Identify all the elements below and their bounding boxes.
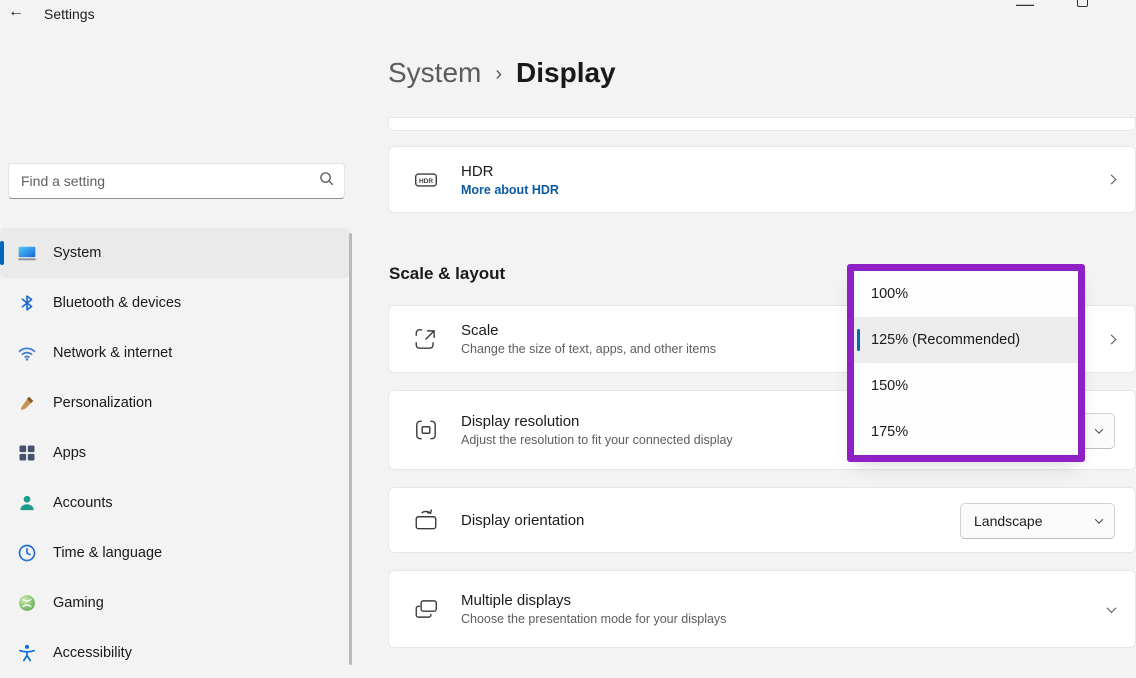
- orientation-value: Landscape: [974, 513, 1043, 529]
- multiple-displays-description: Choose the presentation mode for your di…: [461, 612, 726, 626]
- partial-card-above: [388, 117, 1136, 131]
- option-label: 150%: [871, 378, 908, 394]
- display-orientation-icon: [413, 507, 439, 533]
- scrollbar[interactable]: [349, 233, 352, 665]
- multiple-displays-title: Multiple displays: [461, 592, 726, 609]
- sidebar-item-label: Apps: [53, 445, 86, 461]
- multiple-displays-icon: [413, 596, 439, 622]
- sidebar-item-label: Accessibility: [53, 645, 132, 661]
- chevron-right-icon: [1107, 334, 1117, 344]
- paintbrush-icon: [17, 393, 37, 413]
- sidebar-item-label: Gaming: [53, 595, 104, 611]
- scale-option-150[interactable]: 150%: [854, 363, 1078, 409]
- sidebar-item-network-internet[interactable]: Network & internet: [0, 328, 350, 378]
- breadcrumb: System › Display: [388, 57, 616, 89]
- sidebar-item-personalization[interactable]: Personalization: [0, 378, 350, 428]
- clock-icon: [17, 543, 37, 563]
- sidebar: System Bluetooth & devices Network & int…: [0, 0, 350, 671]
- search-icon: [319, 171, 334, 191]
- sidebar-item-system[interactable]: System: [0, 228, 350, 278]
- accessibility-person-icon: [17, 643, 37, 663]
- sidebar-item-label: Network & internet: [53, 345, 172, 361]
- hdr-icon: HDR: [413, 167, 439, 193]
- chevron-right-icon: [1107, 175, 1117, 185]
- option-label: 175%: [871, 424, 908, 440]
- page-title: Display: [516, 57, 616, 89]
- option-label: 100%: [871, 286, 908, 302]
- minimize-button[interactable]: —: [1016, 0, 1034, 15]
- scale-option-125-recommended[interactable]: 125% (Recommended): [854, 317, 1078, 363]
- svg-text:HDR: HDR: [419, 177, 433, 184]
- scale-option-100[interactable]: 100%: [854, 271, 1078, 317]
- hdr-card[interactable]: HDR HDR More about HDR: [388, 146, 1136, 213]
- sidebar-item-time-language[interactable]: Time & language: [0, 528, 350, 578]
- orientation-dropdown[interactable]: Landscape: [960, 503, 1115, 539]
- sidebar-item-label: Time & language: [53, 545, 162, 561]
- sidebar-item-gaming[interactable]: Gaming: [0, 578, 350, 628]
- maximize-button[interactable]: [1077, 0, 1088, 7]
- sidebar-item-label: Personalization: [53, 395, 152, 411]
- person-icon: [17, 493, 37, 513]
- option-label: 125% (Recommended): [871, 332, 1020, 348]
- section-header-scale-layout: Scale & layout: [389, 264, 505, 284]
- sidebar-item-label: Bluetooth & devices: [53, 295, 181, 311]
- chevron-down-icon: [1095, 515, 1103, 523]
- display-resolution-title: Display resolution: [461, 413, 733, 430]
- more-about-hdr-link[interactable]: More about HDR: [461, 183, 559, 197]
- sidebar-item-label: System: [53, 245, 101, 261]
- bluetooth-icon: [17, 293, 37, 313]
- apps-grid-icon: [17, 443, 37, 463]
- sidebar-item-accounts[interactable]: Accounts: [0, 478, 350, 528]
- scale-options-flyout: 100% 125% (Recommended) 150% 175%: [854, 271, 1078, 455]
- wifi-icon: [17, 343, 37, 363]
- sidebar-nav: System Bluetooth & devices Network & int…: [0, 228, 350, 678]
- chevron-down-icon: [1095, 425, 1103, 433]
- scale-icon: [413, 326, 439, 352]
- breadcrumb-system[interactable]: System: [388, 57, 481, 89]
- search-input[interactable]: [21, 173, 319, 189]
- display-orientation-title: Display orientation: [461, 512, 584, 529]
- chevron-down-icon: [1107, 603, 1117, 613]
- display-resolution-icon: [413, 417, 439, 443]
- scale-title: Scale: [461, 322, 716, 339]
- sidebar-item-apps[interactable]: Apps: [0, 428, 350, 478]
- display-resolution-description: Adjust the resolution to fit your connec…: [461, 433, 733, 447]
- search-box: [8, 163, 345, 199]
- sidebar-item-label: Accounts: [53, 495, 113, 511]
- hdr-title: HDR: [461, 163, 559, 180]
- xbox-sphere-icon: [17, 593, 37, 613]
- scale-description: Change the size of text, apps, and other…: [461, 342, 716, 356]
- display-orientation-card: Display orientation Landscape: [388, 487, 1136, 553]
- multiple-displays-card[interactable]: Multiple displays Choose the presentatio…: [388, 570, 1136, 648]
- sidebar-item-bluetooth-devices[interactable]: Bluetooth & devices: [0, 278, 350, 328]
- breadcrumb-separator-icon: ›: [495, 63, 502, 86]
- scale-option-175[interactable]: 175%: [854, 409, 1078, 455]
- system-icon: [17, 243, 37, 263]
